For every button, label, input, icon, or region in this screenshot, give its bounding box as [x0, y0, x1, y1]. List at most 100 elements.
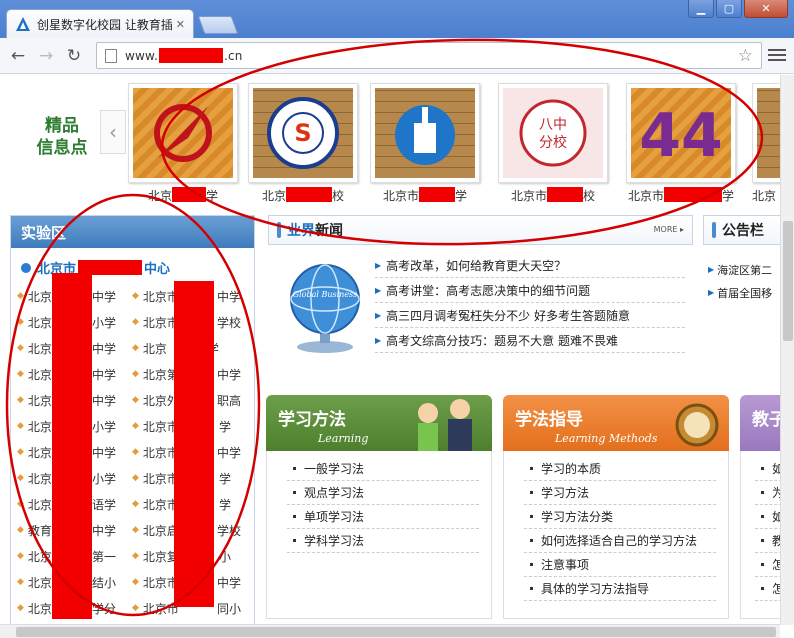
bullet-icon: ◆	[17, 525, 24, 535]
notice-item-text: 海淀区第二	[717, 263, 773, 277]
news-item-link[interactable]: ▶ 高考改革，如何给教育更大天空？	[375, 253, 685, 278]
school-name-prefix: 北京	[27, 601, 52, 616]
news-list: ▶ 高考改革，如何给教育更大天空？ ▶ 高考讲堂：高考志愿决策中的细节问题 ▶ 高三四月调…	[375, 253, 685, 353]
box-title: 教子	[752, 410, 780, 430]
back-arrow-icon[interactable]: ←	[8, 46, 28, 66]
globe-text: Global Business	[293, 290, 358, 299]
bullet-icon: ◆	[132, 369, 139, 379]
carousel-prev-button[interactable]: ‹	[100, 110, 126, 154]
method-item-link[interactable]: 具体的学习方法指导	[524, 577, 716, 601]
method-item-link[interactable]: 如何选择适合自己的学习方法	[524, 529, 716, 553]
header-bar-icon	[277, 222, 281, 238]
lab-row: ◆ 北京 中学 ◆ 北京市 中学	[11, 439, 254, 465]
school-name-prefix: 北京	[27, 289, 52, 304]
school-name-prefix: 北京	[27, 575, 52, 590]
new-tab-button[interactable]	[197, 16, 239, 34]
school-card[interactable]: S 北京 校	[248, 83, 358, 204]
parenting-header: 教子	[740, 395, 780, 451]
close-window-button[interactable]: ✕	[744, 0, 788, 18]
scroll-thumb[interactable]	[783, 221, 793, 341]
bullet-dot-icon	[293, 491, 296, 494]
featured-label-line2: 信息点	[36, 138, 88, 158]
horizontal-scrollbar[interactable]	[0, 624, 780, 638]
method-item-text: 学习的本质	[541, 462, 602, 476]
school-name-suffix: 中学	[91, 289, 116, 304]
menu-icon[interactable]	[768, 46, 786, 64]
school-name-suffix: 中学	[91, 523, 116, 538]
bookmark-star-icon[interactable]: ☆	[738, 46, 753, 66]
school-card[interactable]: 北京市 学	[370, 83, 480, 204]
news-item-text: 高考讲堂：高考志愿决策中的细节问题	[386, 283, 591, 298]
browser-tab[interactable]: 创星数字化校园 让教育插 ✕	[6, 9, 194, 38]
scroll-thumb[interactable]	[16, 627, 776, 637]
news-item-link[interactable]: ▶ 高三四月调考冤枉失分不少 好多考生答题随意	[375, 303, 685, 328]
students-illustration-icon	[418, 399, 472, 451]
lab-redaction-right	[174, 281, 214, 607]
school-card[interactable]: 北京 学	[128, 83, 238, 204]
school-name-prefix: 北京	[27, 497, 52, 512]
method-item-text: 一般学习法	[304, 462, 365, 476]
method-item-link[interactable]: 学习的本质	[524, 457, 716, 481]
method-item-link[interactable]: 为	[755, 481, 780, 505]
school-name-suffix: 校	[332, 189, 345, 203]
school-name-suffix: 第一	[91, 549, 116, 564]
method-item-link[interactable]: 注意事项	[524, 553, 716, 577]
school-name-suffix: 语学	[91, 497, 116, 512]
reload-icon[interactable]: ↻	[64, 46, 84, 66]
lab-row: ◆ 北京 语学 ◆ 北京市学	[11, 491, 254, 517]
bullet-icon: ◆	[132, 499, 139, 509]
lab-title: 实验区	[11, 216, 254, 248]
school-name-prefix: 北京	[27, 315, 52, 330]
tab-title: 创星数字化校园 让教育插	[37, 17, 172, 32]
school-name-suffix: 中学	[91, 393, 116, 408]
partial-logo-icon	[752, 83, 780, 183]
address-bar[interactable]: www. .cn ☆	[96, 42, 762, 69]
method-item-link[interactable]: 学习方法	[524, 481, 716, 505]
school-emblem-logo-icon: S	[248, 83, 358, 183]
learning-guide-box: 学法指导 Learning Methods 学习的本质 学习方法 学习方法分类 如何选…	[503, 395, 729, 619]
method-item-link[interactable]: 如	[755, 505, 780, 529]
school-card[interactable]: 北京	[752, 83, 780, 204]
title-bar: 创星数字化校园 让教育插 ✕ ▁ ▢ ✕	[0, 0, 794, 38]
method-item-link[interactable]: 如	[755, 457, 780, 481]
vertical-scrollbar[interactable]	[780, 75, 794, 625]
school-name-prefix: 北京	[27, 367, 52, 382]
school-name-prefix: 北京	[142, 341, 167, 356]
method-item-link[interactable]: 学习方法分类	[524, 505, 716, 529]
forward-arrow-icon[interactable]: →	[36, 46, 56, 66]
notice-item-link[interactable]: ▶ 海淀区第二	[708, 258, 780, 281]
method-item-text: 如何选择适合自己的学习方法	[541, 534, 698, 548]
bullet-dot-icon	[530, 587, 533, 590]
bullet-dot-icon	[530, 539, 533, 542]
more-label: MORE	[653, 225, 678, 234]
school-name: 北京市 校	[498, 187, 608, 204]
lab-row: ◆ 北京 中学 ◆ 北京第 中学	[11, 361, 254, 387]
method-item-link[interactable]: 教	[755, 529, 780, 553]
news-title-black: 新闻	[315, 223, 343, 239]
notice-item-link[interactable]: ▶ 首届全国移	[708, 281, 780, 304]
maximize-button[interactable]: ▢	[716, 0, 742, 18]
method-item-text: 教	[772, 534, 780, 548]
method-item-link[interactable]: 单项学习法	[287, 505, 479, 529]
lab-row: ◆ 北京 小学 ◆ 北京市学	[11, 413, 254, 439]
news-item-link[interactable]: ▶ 高考讲堂：高考志愿决策中的细节问题	[375, 278, 685, 303]
minimize-button[interactable]: ▁	[688, 0, 714, 18]
bullet-icon: ◆	[17, 343, 24, 353]
method-item-link[interactable]: 怎	[755, 553, 780, 577]
method-item-link[interactable]: 怎	[755, 577, 780, 601]
method-item-link[interactable]: 观点学习法	[287, 481, 479, 505]
method-item-text: 学科学习法	[304, 534, 365, 548]
tab-close-icon[interactable]: ✕	[176, 18, 185, 31]
method-item-link[interactable]: 学科学习法	[287, 529, 479, 553]
bullet-icon: ◆	[17, 473, 24, 483]
lab-row: ◆ 北京 中学 ◆ 北京市 中学	[11, 283, 254, 309]
bullet-icon: ◆	[132, 291, 139, 301]
method-item-link[interactable]: 一般学习法	[287, 457, 479, 481]
school-card[interactable]: 44 北京市 学	[626, 83, 736, 204]
bullet-icon: ◆	[17, 603, 24, 613]
news-more-link[interactable]: MORE ▸	[654, 225, 684, 234]
school-name-suffix: 中学	[216, 445, 241, 460]
news-item-link[interactable]: ▶ 高考文综高分技巧：题易不大意 题难不畏难	[375, 328, 685, 353]
school-card[interactable]: 八中 分校 北京市 校	[498, 83, 608, 204]
school-name-suffix: 学	[218, 419, 231, 434]
